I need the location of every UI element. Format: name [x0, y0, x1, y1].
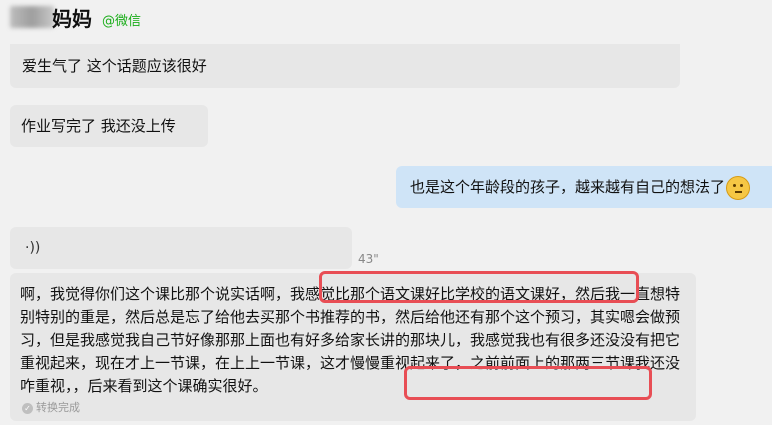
- transcription-status: ✓ 转换完成: [22, 399, 80, 415]
- message-text: 作业写完了 我还没上传: [21, 117, 176, 135]
- message-bubble-outgoing[interactable]: 也是这个年龄段的孩子，越来越有自己的想法了: [396, 166, 772, 208]
- thinking-face-icon: [726, 175, 751, 200]
- voice-wave-icon: ·)): [25, 240, 41, 256]
- voice-message-bubble[interactable]: ·)): [10, 227, 352, 269]
- chat-header: 妈妈 @微信: [0, 0, 772, 38]
- message-bubble-incoming[interactable]: 作业写完了 我还没上传: [10, 105, 208, 147]
- highlight-box-2: [404, 366, 652, 400]
- status-text: 转换完成: [36, 401, 80, 414]
- message-text: 爱生气了 这个话题应该很好: [22, 57, 207, 75]
- source-label: @微信: [102, 14, 142, 29]
- transcript-text: 啊，我觉得你们这个课比那个说实话啊，: [20, 285, 291, 303]
- voice-duration: 43": [358, 252, 379, 266]
- contact-name[interactable]: 妈妈: [52, 3, 92, 32]
- transcript-highlight-2: ，后来看到这个课确实很好。: [72, 377, 268, 395]
- highlight-box-1: [319, 271, 639, 303]
- message-bubble-incoming[interactable]: 爱生气了 这个话题应该很好: [10, 44, 680, 88]
- check-circle-icon: ✓: [22, 402, 33, 414]
- blurred-name-prefix: [10, 6, 54, 28]
- message-text: 也是这个年龄段的孩子，越来越有自己的想法了: [410, 178, 726, 196]
